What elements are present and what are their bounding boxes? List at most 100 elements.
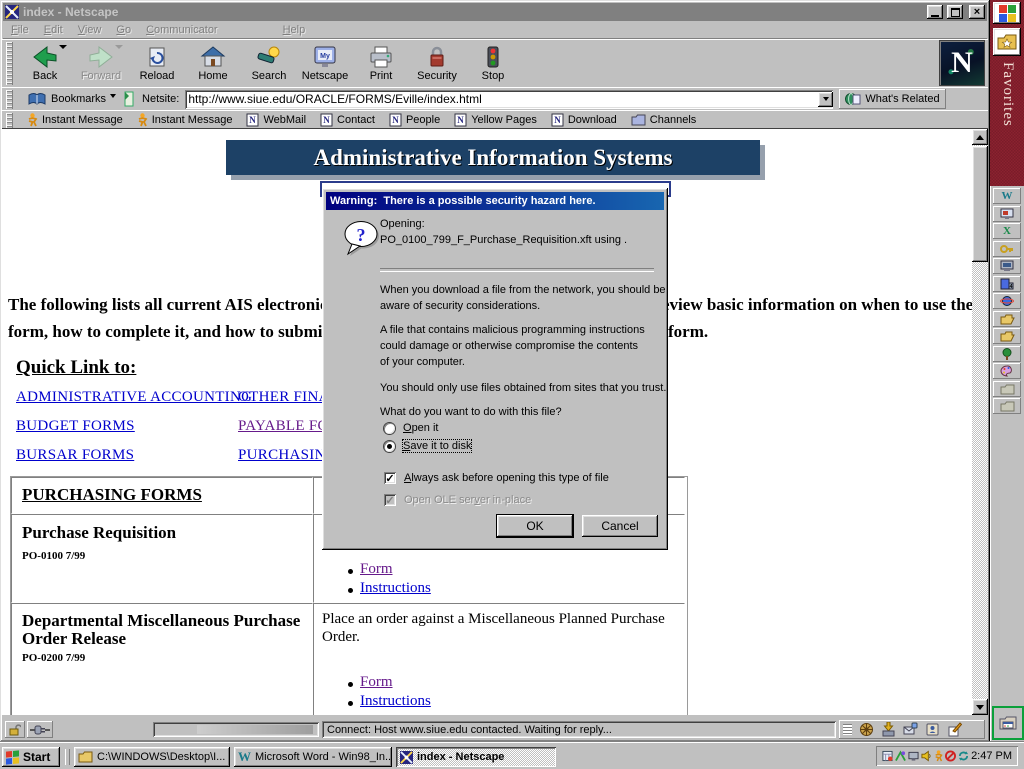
art-shortcut-button[interactable] (993, 363, 1021, 379)
stop-button[interactable]: Stop (465, 42, 521, 86)
link-budget-forms[interactable]: BUDGET FORMS (16, 418, 135, 435)
window-titlebar[interactable]: index - Netscape × (3, 3, 987, 21)
radio-button-icon[interactable] (384, 441, 395, 452)
location-proxy-icon[interactable] (122, 91, 136, 107)
modem-icon[interactable] (895, 750, 906, 762)
volume-icon[interactable] (921, 750, 932, 762)
link-bursar-forms[interactable]: BURSAR FORMS (16, 447, 134, 464)
link-administrative-accounting[interactable]: ADMINISTRATIVE ACCOUNTING (16, 389, 252, 406)
netscape-button[interactable]: My Netscape (297, 42, 353, 86)
checkbox-always-ask[interactable]: ✓ Always ask before opening this type of… (384, 472, 609, 484)
menu-file[interactable]: File (11, 24, 29, 36)
form-link[interactable]: Form (360, 674, 393, 691)
start-button[interactable]: Start (2, 747, 60, 767)
cancel-button[interactable]: Cancel (582, 515, 658, 537)
radio-save-to-disk[interactable]: Save it to disk (384, 440, 471, 452)
reload-button[interactable]: Reload (129, 42, 185, 86)
scroll-down-button[interactable] (972, 699, 988, 715)
instructions-link[interactable]: Instructions (360, 693, 431, 710)
restore-button[interactable] (947, 5, 963, 19)
personal-grip[interactable] (6, 113, 13, 128)
word-shortcut-button[interactable]: W (993, 188, 1021, 204)
instructions-link[interactable]: Instructions (360, 580, 431, 597)
bookmarks-button[interactable]: Bookmarks (27, 92, 116, 106)
menu-communicator[interactable]: Communicator (146, 24, 218, 36)
navigator-wheel-icon[interactable] (859, 722, 874, 737)
table-header-text: PURCHASING FORMS (22, 485, 202, 505)
dialog-titlebar[interactable]: Warning: There is a possible security ha… (326, 192, 664, 210)
online-status-button[interactable] (27, 721, 53, 738)
sync-icon[interactable] (958, 750, 969, 762)
screen-icon (1000, 208, 1014, 220)
folder-shortcut-button-2[interactable] (993, 398, 1021, 414)
personal-item-yellow-pages[interactable]: N Yellow Pages (454, 113, 537, 127)
folder-shortcut-button-1[interactable] (993, 381, 1021, 397)
display-icon[interactable] (908, 750, 919, 762)
menu-view[interactable]: View (78, 24, 102, 36)
security-button[interactable]: Security (409, 42, 465, 86)
personal-item-contact[interactable]: N Contact (320, 113, 375, 127)
personal-item-instant-message-2[interactable]: Instant Message (137, 113, 233, 127)
computer-shortcut-button[interactable] (993, 258, 1021, 274)
url-field[interactable] (185, 90, 833, 109)
inbox-icon[interactable] (881, 722, 896, 737)
toolbar-grip[interactable] (6, 42, 13, 85)
screen-shortcut-button[interactable] (993, 206, 1021, 222)
svg-text:?: ? (357, 225, 366, 245)
key-shortcut-button[interactable] (993, 241, 1021, 257)
close-button[interactable]: × (969, 5, 985, 19)
task-explorer[interactable]: C:\WINDOWS\Desktop\I... (74, 747, 230, 767)
vertical-scrollbar[interactable] (972, 129, 988, 715)
scheduler-icon[interactable] (882, 750, 893, 762)
composer-icon[interactable] (947, 722, 962, 737)
radio-open-it[interactable]: Open it (384, 422, 438, 434)
scrollbar-thumb[interactable] (972, 146, 988, 262)
url-dropdown-button[interactable] (818, 92, 833, 107)
print-button[interactable]: Print (353, 42, 409, 86)
excel-shortcut-button[interactable]: X (993, 223, 1021, 239)
forward-button[interactable]: Forward (73, 42, 129, 86)
task-word[interactable]: W Microsoft Word - Win98_In... (234, 747, 392, 767)
security-status-button[interactable] (5, 721, 25, 738)
lines-icon[interactable] (843, 724, 852, 735)
personal-item-instant-message-1[interactable]: Instant Message (27, 113, 123, 127)
favorites-folder-icon[interactable] (993, 28, 1021, 56)
menu-help[interactable]: Help (283, 24, 306, 36)
menu-edit[interactable]: Edit (44, 24, 63, 36)
location-grip[interactable] (6, 90, 13, 109)
back-dropdown-icon[interactable] (59, 45, 67, 49)
checkbox-icon[interactable]: ✓ (384, 472, 396, 484)
form-link[interactable]: Form (360, 561, 393, 578)
binder-shortcut-button[interactable]: 4 (993, 276, 1021, 292)
folder-open-shortcut-button-1[interactable] (993, 311, 1021, 327)
netscape-throbber[interactable]: N (940, 41, 984, 85)
desktop-folder-button[interactable] (992, 706, 1024, 740)
office-logo-icon[interactable] (993, 2, 1021, 24)
tree-shortcut-button[interactable] (993, 346, 1021, 362)
url-input[interactable] (185, 92, 818, 107)
personal-item-people[interactable]: N People (389, 113, 440, 127)
addressbook-icon[interactable] (925, 722, 940, 737)
menu-go[interactable]: Go (116, 24, 131, 36)
aim-icon[interactable] (934, 750, 943, 762)
minimize-button[interactable] (927, 5, 943, 19)
taskbar-divider[interactable] (65, 749, 70, 765)
personal-item-download[interactable]: N Download (551, 113, 617, 127)
folder-open-shortcut-button-2[interactable] (993, 328, 1021, 344)
radio-button-icon[interactable] (384, 423, 395, 434)
scroll-up-button[interactable] (972, 129, 988, 145)
home-icon (200, 45, 226, 69)
back-button[interactable]: Back (17, 42, 73, 86)
mailbox-icon[interactable] (903, 722, 918, 737)
progress-bar (153, 722, 319, 737)
task-netscape[interactable]: index - Netscape (396, 747, 556, 767)
personal-item-webmail[interactable]: N WebMail (246, 113, 306, 127)
personal-item-channels[interactable]: Channels (631, 114, 696, 126)
netscape-page-icon: N (320, 113, 333, 127)
home-button[interactable]: Home (185, 42, 241, 86)
whats-related-button[interactable]: What's Related (839, 89, 945, 109)
blocked-icon[interactable] (945, 750, 956, 762)
globe-shortcut-button[interactable] (993, 293, 1021, 309)
search-button[interactable]: Search (241, 42, 297, 86)
ok-button[interactable]: OK (497, 515, 573, 537)
